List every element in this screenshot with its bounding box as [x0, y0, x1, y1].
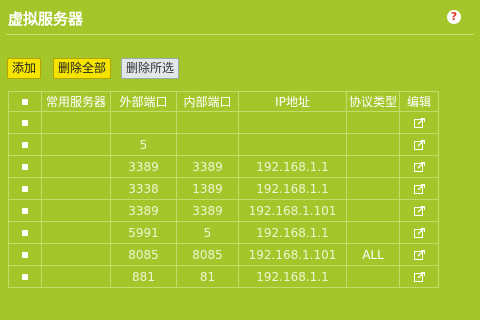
cell-protocol	[346, 177, 400, 200]
row-checkbox[interactable]	[8, 155, 42, 178]
edit-icon[interactable]	[399, 177, 439, 200]
title-divider	[6, 34, 474, 35]
cell-protocol: ALL	[346, 243, 400, 266]
column-header-external-port: 外部端口	[110, 91, 177, 112]
cell-external-port: 8085	[110, 243, 177, 266]
cell-external-port: 881	[110, 265, 177, 288]
table-row: 881 81 192.168.1.1	[8, 265, 439, 288]
edit-icon[interactable]	[399, 243, 439, 266]
cell-external-port: 5991	[110, 221, 177, 244]
cell-internal-port: 1389	[176, 177, 239, 200]
cell-external-port	[110, 111, 177, 134]
table-row: 8085 8085 192.168.1.101 ALL	[8, 243, 439, 266]
cell-server	[41, 243, 111, 266]
cell-protocol	[346, 111, 400, 134]
edit-icon[interactable]	[399, 133, 439, 156]
table-row	[8, 111, 439, 134]
cell-external-port: 3338	[110, 177, 177, 200]
cell-external-port: 3389	[110, 155, 177, 178]
cell-ip-address: 192.168.1.101	[238, 243, 347, 266]
row-checkbox[interactable]	[8, 133, 42, 156]
table-row: 3338 1389 192.168.1.1	[8, 177, 439, 200]
cell-ip-address: 192.168.1.101	[238, 199, 347, 222]
cell-internal-port: 8085	[176, 243, 239, 266]
cell-ip-address: 192.168.1.1	[238, 221, 347, 244]
cell-external-port: 5	[110, 133, 177, 156]
cell-server	[41, 111, 111, 134]
cell-protocol	[346, 155, 400, 178]
select-all-checkbox[interactable]	[8, 91, 42, 112]
cell-protocol	[346, 133, 400, 156]
virtual-server-table: 常用服务器 外部端口 内部端口 IP地址 协议类型 编辑 5 3389 3389 19…	[8, 91, 439, 288]
table-header-row: 常用服务器 外部端口 内部端口 IP地址 协议类型 编辑	[8, 91, 439, 112]
cell-server	[41, 199, 111, 222]
cell-protocol	[346, 199, 400, 222]
cell-internal-port	[176, 133, 239, 156]
cell-external-port: 3389	[110, 199, 177, 222]
delete-all-button[interactable]: 删除全部	[53, 58, 112, 79]
row-checkbox[interactable]	[8, 199, 42, 222]
edit-icon[interactable]	[399, 265, 439, 288]
column-header-protocol: 协议类型	[346, 91, 400, 112]
page-title: 虚拟服务器	[8, 10, 84, 28]
edit-icon[interactable]	[399, 221, 439, 244]
cell-internal-port: 3389	[176, 199, 239, 222]
column-header-edit: 编辑	[399, 91, 439, 112]
cell-server	[41, 265, 111, 288]
delete-selected-button[interactable]: 删除所选	[121, 58, 180, 79]
cell-internal-port: 3389	[176, 155, 239, 178]
edit-icon[interactable]	[399, 199, 439, 222]
cell-internal-port	[176, 111, 239, 134]
add-button[interactable]: 添加	[7, 58, 42, 79]
cell-server	[41, 221, 111, 244]
cell-ip-address: 192.168.1.1	[238, 177, 347, 200]
cell-ip-address	[238, 133, 347, 156]
cell-internal-port: 5	[176, 221, 239, 244]
cell-ip-address: 192.168.1.1	[238, 265, 347, 288]
edit-icon[interactable]	[399, 155, 439, 178]
help-icon[interactable]: ?	[447, 10, 461, 24]
table-row: 5991 5 192.168.1.1	[8, 221, 439, 244]
column-header-ip-address: IP地址	[238, 91, 347, 112]
edit-icon[interactable]	[399, 111, 439, 134]
column-header-server: 常用服务器	[41, 91, 111, 112]
cell-server	[41, 155, 111, 178]
cell-protocol	[346, 265, 400, 288]
row-checkbox[interactable]	[8, 177, 42, 200]
cell-protocol	[346, 221, 400, 244]
row-checkbox[interactable]	[8, 221, 42, 244]
row-checkbox[interactable]	[8, 243, 42, 266]
column-header-internal-port: 内部端口	[176, 91, 239, 112]
cell-server	[41, 177, 111, 200]
row-checkbox[interactable]	[8, 265, 42, 288]
cell-server	[41, 133, 111, 156]
row-checkbox[interactable]	[8, 111, 42, 134]
cell-ip-address: 192.168.1.1	[238, 155, 347, 178]
table-row: 3389 3389 192.168.1.101	[8, 199, 439, 222]
cell-ip-address	[238, 111, 347, 134]
cell-internal-port: 81	[176, 265, 239, 288]
table-row: 5	[8, 133, 439, 156]
table-row: 3389 3389 192.168.1.1	[8, 155, 439, 178]
